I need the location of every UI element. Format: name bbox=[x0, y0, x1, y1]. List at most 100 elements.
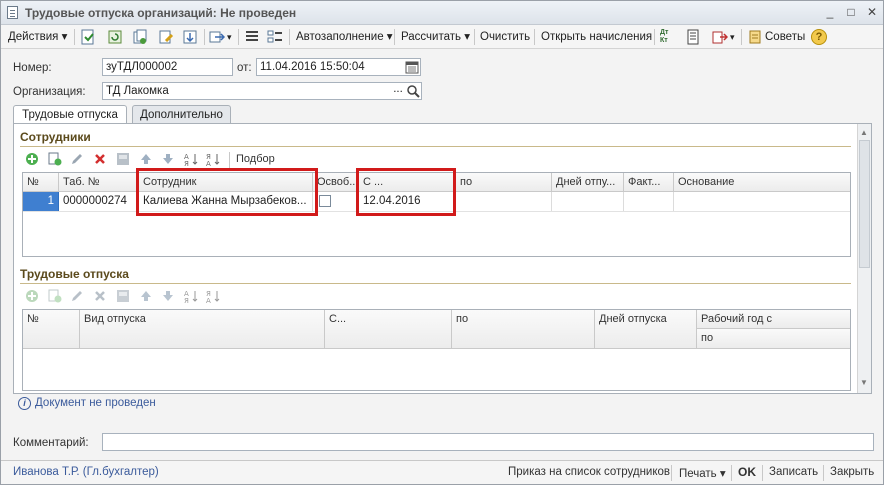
leaves-table: № Вид отпуска С... по Дней отпуска Рабоч… bbox=[22, 309, 851, 391]
employee-highlight bbox=[136, 168, 318, 216]
add-icon[interactable] bbox=[25, 289, 39, 303]
pick-button[interactable]: Подбор bbox=[236, 153, 275, 165]
print-forms-dropdown[interactable]: ▾ bbox=[730, 28, 735, 46]
col-header[interactable]: Дней отпу... bbox=[552, 173, 624, 192]
structure-icon[interactable] bbox=[267, 29, 283, 45]
close-window-button[interactable]: ✕ bbox=[865, 5, 879, 19]
delete-icon[interactable] bbox=[93, 289, 107, 303]
panel-scrollbar[interactable]: ▲ ▼ bbox=[857, 124, 871, 393]
down-arrow-icon[interactable] bbox=[182, 29, 198, 45]
col-header[interactable]: Факт... bbox=[624, 173, 674, 192]
comment-field[interactable] bbox=[102, 433, 874, 451]
svg-text:Я: Я bbox=[184, 160, 189, 166]
sort-desc-icon[interactable]: ЯA bbox=[206, 152, 220, 166]
edit-icon[interactable] bbox=[70, 289, 84, 303]
go-to-dropdown[interactable]: ▾ bbox=[227, 28, 232, 46]
document-icon bbox=[7, 6, 18, 19]
sort-asc-icon[interactable]: AЯ bbox=[184, 289, 198, 303]
close-button[interactable]: Закрыть bbox=[830, 466, 874, 478]
end-edit-icon[interactable] bbox=[116, 152, 130, 166]
col-header[interactable]: № bbox=[23, 173, 59, 192]
print-menu[interactable]: Печать ▾ bbox=[679, 466, 726, 480]
move-up-icon[interactable] bbox=[139, 152, 153, 166]
comment-label: Комментарий: bbox=[13, 437, 89, 449]
list-icon[interactable] bbox=[244, 29, 260, 45]
title-bar: Трудовые отпуска организаций: Не проведе… bbox=[1, 1, 883, 25]
posting-status[interactable]: Документ не проведен bbox=[35, 397, 156, 409]
help-icon[interactable]: ? bbox=[811, 29, 827, 45]
col-header[interactable]: по bbox=[456, 173, 552, 192]
tab-number-cell[interactable]: 0000000274 bbox=[59, 192, 139, 211]
tab-employee-leaves[interactable]: Трудовые отпуска bbox=[13, 105, 127, 124]
user-link[interactable]: Иванова Т.Р. (Гл.бухгалтер) bbox=[13, 466, 159, 478]
organization-label: Организация: bbox=[13, 86, 86, 98]
calculate-menu[interactable]: Рассчитать ▾ bbox=[401, 28, 470, 46]
tab-additional[interactable]: Дополнительно bbox=[132, 105, 231, 125]
date-to-cell[interactable] bbox=[456, 192, 552, 211]
print-forms-icon[interactable] bbox=[712, 29, 728, 45]
edit-icon[interactable] bbox=[70, 152, 84, 166]
tips-icon[interactable] bbox=[747, 29, 763, 45]
footer-bar: Иванова Т.Р. (Гл.бухгалтер) Приказ на сп… bbox=[1, 460, 883, 484]
order-button[interactable]: Приказ на список сотрудников bbox=[508, 466, 670, 478]
fact-cell[interactable] bbox=[624, 192, 674, 211]
add-icon[interactable] bbox=[25, 152, 39, 166]
ok-button[interactable]: OK bbox=[738, 465, 756, 479]
reason-cell[interactable] bbox=[674, 192, 850, 211]
number-label: Номер: bbox=[13, 62, 52, 74]
delete-icon[interactable] bbox=[93, 152, 107, 166]
svg-text:A: A bbox=[206, 297, 211, 303]
save-button[interactable]: Записать bbox=[769, 466, 818, 478]
toolbar: Действия ▾ ▾ Автозаполнение ▾ Рассчитать… bbox=[1, 25, 883, 49]
open-accruals-button[interactable]: Открыть начисления bbox=[541, 28, 652, 46]
date-label: от: bbox=[237, 62, 252, 74]
refresh-icon[interactable] bbox=[107, 29, 123, 45]
move-up-icon[interactable] bbox=[139, 289, 153, 303]
employees-section-title: Сотрудники bbox=[20, 130, 91, 144]
calendar-icon[interactable] bbox=[405, 60, 419, 74]
clear-button[interactable]: Очистить bbox=[480, 28, 530, 46]
row-number[interactable]: 1 bbox=[23, 192, 59, 211]
organization-field[interactable]: ТД Лакомка bbox=[102, 82, 422, 100]
scroll-thumb[interactable] bbox=[859, 140, 870, 268]
tips-button[interactable]: Советы bbox=[765, 28, 805, 46]
days-cell[interactable] bbox=[552, 192, 624, 211]
date-field[interactable]: 11.04.2016 15:50:04 bbox=[256, 58, 421, 76]
col-header[interactable]: по bbox=[697, 329, 850, 349]
col-header[interactable]: по bbox=[452, 310, 595, 349]
dt-kt-icon[interactable]: Дт Кт bbox=[660, 29, 676, 45]
col-header[interactable]: № bbox=[23, 310, 80, 349]
end-edit-icon[interactable] bbox=[116, 289, 130, 303]
scroll-up-icon[interactable]: ▲ bbox=[860, 128, 868, 137]
sort-desc-icon[interactable]: ЯA bbox=[206, 289, 220, 303]
info-icon: i bbox=[18, 397, 31, 410]
actions-menu[interactable]: Действия ▾ bbox=[8, 28, 67, 46]
org-select-button[interactable]: ... bbox=[390, 83, 406, 99]
move-down-icon[interactable] bbox=[161, 289, 175, 303]
scroll-down-icon[interactable]: ▼ bbox=[860, 378, 868, 387]
sort-asc-icon[interactable]: AЯ bbox=[184, 152, 198, 166]
col-header[interactable]: Таб. № bbox=[59, 173, 139, 192]
maximize-button[interactable]: □ bbox=[844, 5, 858, 19]
search-icon[interactable] bbox=[406, 83, 421, 99]
col-header[interactable]: Вид отпуска bbox=[80, 310, 325, 349]
report-icon[interactable] bbox=[685, 29, 701, 45]
go-to-icon[interactable] bbox=[209, 29, 225, 45]
col-header[interactable]: Основание bbox=[674, 173, 850, 192]
copy-row-icon[interactable] bbox=[48, 152, 62, 166]
autofill-menu[interactable]: Автозаполнение ▾ bbox=[296, 28, 393, 46]
svg-text:Я: Я bbox=[184, 297, 189, 303]
exempt-cell[interactable] bbox=[313, 192, 359, 211]
col-header[interactable]: Освоб... bbox=[313, 173, 359, 192]
copy-icon[interactable] bbox=[132, 29, 148, 45]
move-down-icon[interactable] bbox=[161, 152, 175, 166]
col-header[interactable]: Дней отпуска bbox=[595, 310, 697, 349]
copy-row-icon[interactable] bbox=[48, 289, 62, 303]
edit-doc-icon[interactable] bbox=[158, 29, 174, 45]
exempt-checkbox[interactable] bbox=[319, 195, 331, 207]
col-header[interactable]: С... bbox=[325, 310, 452, 349]
number-field[interactable]: зуТДЛ000002 bbox=[102, 58, 233, 76]
minimize-button[interactable]: _ bbox=[823, 5, 837, 19]
post-document-icon[interactable] bbox=[80, 29, 96, 45]
col-header[interactable]: Рабочий год с bbox=[697, 310, 850, 329]
